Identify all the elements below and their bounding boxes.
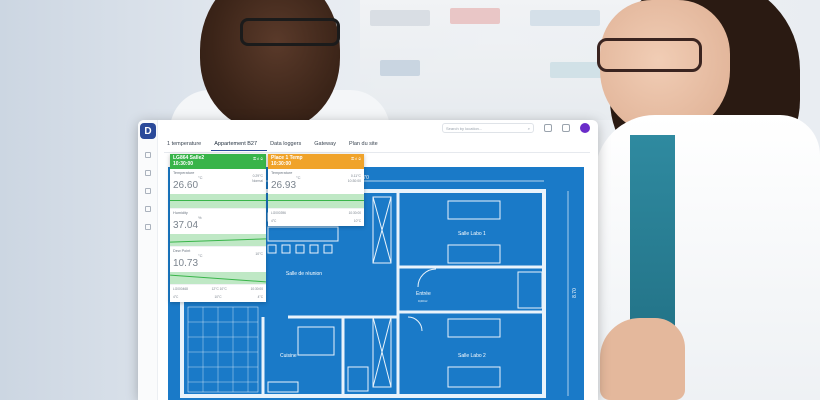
metric-value: 37.04 [173,220,199,231]
min-threshold: 4°C [271,219,277,223]
temperature-sparkline [170,194,266,208]
card-time: 10:30:00 [271,161,292,167]
metric-unit: °C [296,175,301,180]
tab-divider [164,152,590,153]
app-window: D Search by location... ⌕ 1 temperature … [138,120,598,400]
tab-1-temperature[interactable]: 1 temperature [164,139,211,151]
share-icon[interactable] [562,124,570,132]
metric-label: Dew Point [173,249,191,253]
room-salle-de-reunion: Salle de réunion [286,271,322,277]
metric-dew-point: Dew Point 10.73°C 10°C [170,247,266,285]
device-icon[interactable] [145,188,151,194]
card-footer-2: 4°C 10°C 4°C [170,293,266,301]
card-status-icons: ⚿ ıl ⊙ [253,156,263,161]
metric-delta-value: 10°C [255,252,263,256]
metric-humidity: Humidity 37.04% [170,209,266,247]
user-icon[interactable] [145,170,151,176]
tab-gateway[interactable]: Gateway [311,139,346,151]
sensor-card-place-1[interactable]: Place 1 Temp 10:30:00 ⚿ ıl ⊙ Temperature… [268,154,364,226]
metric-status: Normal [252,179,263,183]
man-glasses [240,18,340,46]
metric-delta: 0.11°C 10:30:00 [348,174,361,184]
threshold-range: 12°C 10°C [211,287,227,291]
metric-value: 26.93 [271,180,297,191]
max-threshold: 10°C [353,219,361,223]
metric-unit: % [198,215,202,220]
card-footer-2: 4°C 10°C [268,217,364,225]
metric-temperature: Temperature 26.60°C 0.29°C Normal [170,169,266,209]
export-icon[interactable] [544,124,552,132]
tab-data-loggers[interactable]: Data loggers [267,139,311,151]
metric-value: 10.73 [173,258,199,269]
room-salle-labo-1: Salle Labo 1 [458,231,486,237]
top-bar: Search by location... ⌕ [158,120,598,136]
search-icon: ⌕ [527,125,530,131]
woman-glasses [597,38,702,72]
metric-label: Temperature [173,171,195,175]
card-footer: LG000396 10:30:00 [268,209,364,217]
avatar[interactable] [580,123,590,133]
room-entree-area: 0,00m² [418,299,427,303]
min-threshold: 4°C [173,295,179,299]
metric-delta-value: 0.29°C [252,174,263,178]
search-placeholder: Search by location... [446,125,483,131]
room-cuisine: Cuisine [280,353,297,359]
side-rail: D [138,120,158,400]
card-footer: LG000468 12°C 10°C 10:30:00 [170,285,266,293]
metric-temperature: Temperature 26.93°C 0.11°C 10:30:00 [268,169,364,209]
logger-id: LG000396 [271,211,286,215]
metric-value: 26.60 [173,180,199,191]
room-salle-labo-2: Salle Labo 2 [458,353,486,359]
tab-plan-du-site[interactable]: Plan du site [346,139,388,151]
settings-icon[interactable] [145,224,151,230]
tab-appartement-b27[interactable]: Appartement B27 [211,139,268,151]
app-logo[interactable]: D [140,123,156,139]
card-status-icons: ⚿ ıl ⊙ [351,156,361,161]
metric-label: Humidity [173,211,188,215]
report-icon[interactable] [145,206,151,212]
metric-time: 10:30:00 [347,179,361,183]
temperature-sparkline [268,194,364,208]
tab-bar: 1 temperature Appartement B27 Data logge… [164,139,388,151]
metric-unit: °C [198,253,203,258]
dimension-side: 8.70 [572,288,578,298]
dashboard-icon[interactable] [145,152,151,158]
hand [600,318,685,400]
last-sync: 10:30:00 [250,287,263,291]
metric-unit: °C [198,175,203,180]
logger-id: LG000468 [173,287,188,291]
metric-delta-value: 0.11°C [350,174,361,178]
card-time: 10:30:00 [173,161,194,167]
max-threshold: 4°C [257,295,263,299]
metric-delta: 0.29°C Normal [252,174,263,184]
humidity-sparkline [170,234,266,246]
sensor-card-lg864[interactable]: LG864 Salle2 10:30:00 ⚿ ıl ⊙ Temperature… [170,154,266,302]
metric-delta: 10°C [255,252,263,257]
room-entree: Entrée [416,291,431,297]
search-input[interactable]: Search by location... ⌕ [442,123,534,133]
last-sync: 10:30:00 [348,211,361,215]
mid-threshold: 10°C [214,295,222,299]
card-header: Place 1 Temp 10:30:00 ⚿ ıl ⊙ [268,154,364,169]
card-header: LG864 Salle2 10:30:00 ⚿ ıl ⊙ [170,154,266,169]
dew-point-sparkline [170,272,266,284]
